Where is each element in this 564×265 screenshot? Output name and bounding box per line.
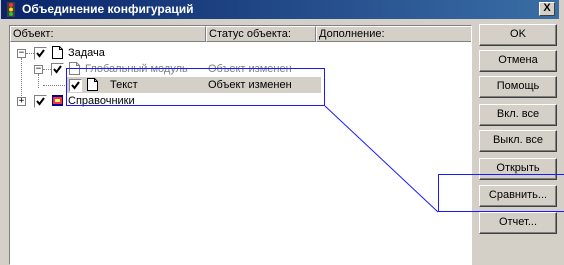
merge-config-dialog: Объединение конфигураций X Объект: Стату… [0,0,564,265]
annotation-connector [324,105,439,213]
